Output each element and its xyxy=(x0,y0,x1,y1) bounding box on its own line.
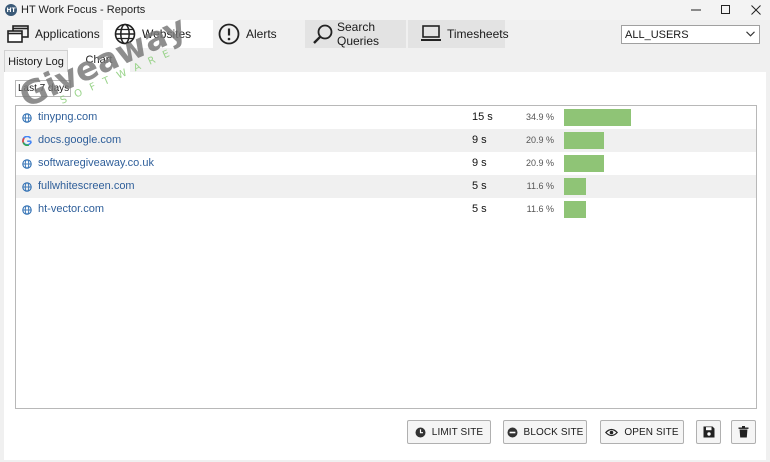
app-logo-icon: HT xyxy=(5,4,17,16)
limit-site-button[interactable]: LIMIT SITE xyxy=(407,420,491,444)
site-percent: 20.9 % xyxy=(525,135,554,145)
open-site-button[interactable]: OPEN SITE xyxy=(600,420,684,444)
site-name[interactable]: tinypng.com xyxy=(38,111,97,123)
list-item[interactable]: softwaregiveaway.co.uk 9 s 20.9 % xyxy=(16,152,756,175)
title-bar: HT HT Work Focus - Reports xyxy=(0,0,770,20)
eye-icon xyxy=(605,428,619,437)
tab-chart[interactable]: Chart xyxy=(68,48,130,72)
usage-bar xyxy=(564,109,631,126)
window-title: HT Work Focus - Reports xyxy=(21,4,146,16)
stacked-windows-icon xyxy=(7,25,29,43)
globe-icon xyxy=(22,158,32,169)
globe-icon xyxy=(114,23,136,45)
save-button[interactable] xyxy=(696,420,721,444)
list-item[interactable]: tinypng.com 15 s 34.9 % xyxy=(16,106,756,129)
site-name[interactable]: docs.google.com xyxy=(38,134,121,146)
tab-timesheets[interactable]: Timesheets xyxy=(408,20,509,48)
maximize-icon xyxy=(721,5,730,14)
usage-bar xyxy=(564,155,604,172)
button-label: BLOCK SITE xyxy=(523,426,584,438)
close-icon xyxy=(751,5,761,15)
user-filter-select[interactable]: ALL_USERS xyxy=(621,25,760,44)
site-percent: 34.9 % xyxy=(525,112,554,122)
site-time: 15 s xyxy=(472,111,493,123)
save-icon xyxy=(703,426,715,438)
list-item[interactable]: ht-vector.com 5 s 11.6 % xyxy=(16,198,756,221)
tab-label: Chart xyxy=(85,54,113,66)
usage-bar xyxy=(564,201,586,218)
sub-tab-bar: History Log Chart xyxy=(0,48,770,72)
button-label: LIMIT SITE xyxy=(431,426,484,438)
period-filter-select[interactable]: Last 7 days xyxy=(15,80,71,97)
google-icon xyxy=(22,135,32,147)
minimize-icon xyxy=(691,9,701,11)
site-time: 5 s xyxy=(472,203,487,215)
maximize-button[interactable] xyxy=(711,0,741,20)
list-item[interactable]: fullwhitescreen.com 5 s 11.6 % xyxy=(16,175,756,198)
tab-label: Applications xyxy=(35,27,100,41)
site-name[interactable]: softwaregiveaway.co.uk xyxy=(38,157,154,169)
tab-history-log[interactable]: History Log xyxy=(4,50,68,72)
site-time: 9 s xyxy=(472,157,487,169)
globe-icon xyxy=(22,181,32,192)
site-name[interactable]: ht-vector.com xyxy=(38,203,104,215)
tab-websites[interactable]: Websites xyxy=(103,20,213,48)
tab-label: Timesheets xyxy=(447,27,509,41)
site-percent: 11.6 % xyxy=(526,204,554,214)
tab-applications[interactable]: Applications xyxy=(0,20,101,48)
site-time: 5 s xyxy=(472,180,487,192)
usage-bar xyxy=(564,178,586,195)
block-site-button[interactable]: BLOCK SITE xyxy=(503,420,587,444)
site-percent: 20.9 % xyxy=(525,158,554,168)
tab-label: History Log xyxy=(8,55,64,68)
tab-label: Alerts xyxy=(246,27,277,41)
tab-alerts[interactable]: Alerts xyxy=(213,20,305,48)
chevron-down-icon xyxy=(746,31,755,37)
alert-circle-icon xyxy=(218,23,240,45)
website-usage-list: tinypng.com 15 s 34.9 % docs.google.com … xyxy=(15,105,757,409)
trash-icon xyxy=(738,426,749,438)
user-filter-value: ALL_USERS xyxy=(625,28,689,41)
laptop-icon xyxy=(420,25,442,43)
button-label: OPEN SITE xyxy=(624,426,679,438)
usage-bar xyxy=(564,132,604,149)
list-item[interactable]: docs.google.com 9 s 20.9 % xyxy=(16,129,756,152)
magnifier-icon xyxy=(312,23,334,45)
tab-label: Websites xyxy=(142,27,192,41)
globe-icon xyxy=(22,112,32,123)
delete-button[interactable] xyxy=(731,420,756,444)
block-icon xyxy=(507,427,518,438)
tab-search-queries[interactable]: Search Queries xyxy=(305,20,406,48)
minimize-button[interactable] xyxy=(681,0,711,20)
site-percent: 11.6 % xyxy=(526,181,554,191)
clock-icon xyxy=(415,427,426,438)
site-name[interactable]: fullwhitescreen.com xyxy=(38,180,135,192)
globe-icon xyxy=(22,204,32,215)
period-filter-value: Last 7 days xyxy=(18,83,70,94)
site-time: 9 s xyxy=(472,134,487,146)
tab-label: Search Queries xyxy=(337,20,380,48)
close-button[interactable] xyxy=(741,0,770,20)
